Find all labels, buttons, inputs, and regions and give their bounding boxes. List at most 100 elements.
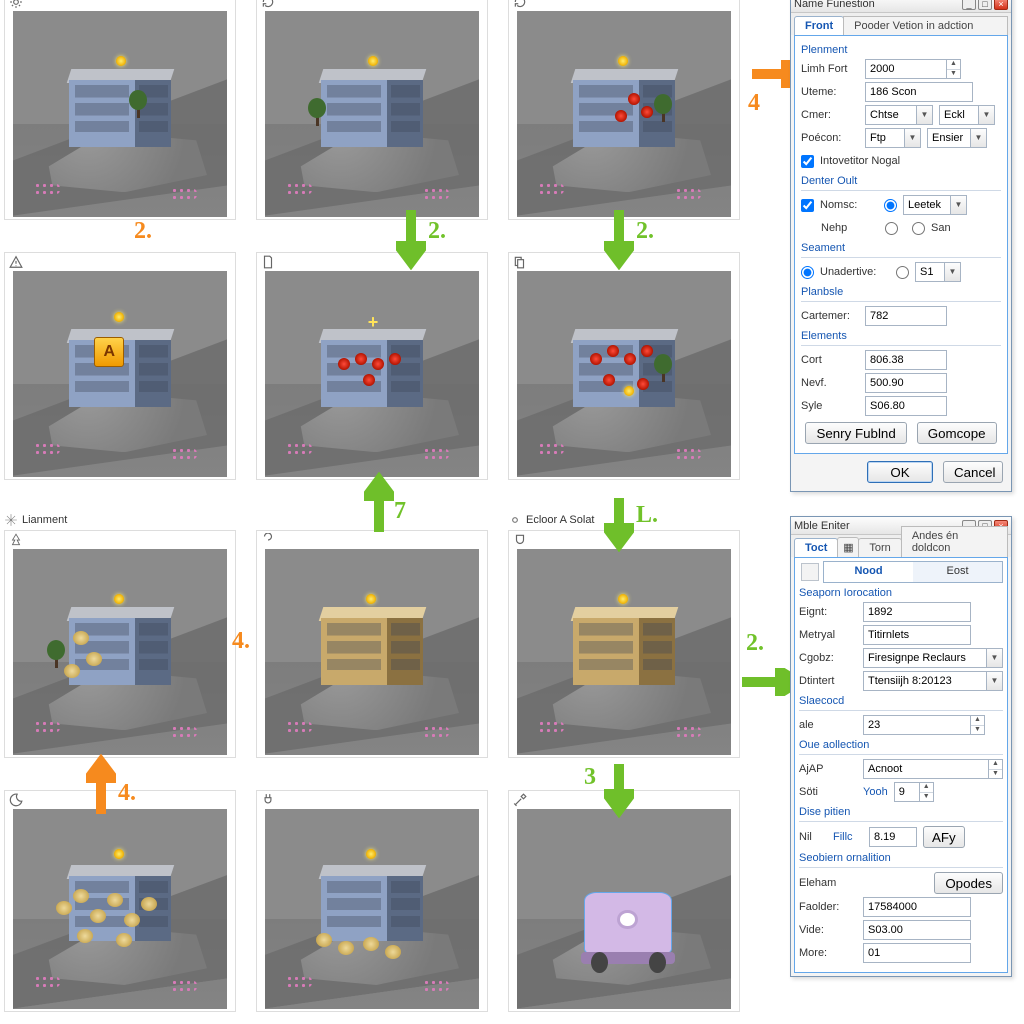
opodes-button[interactable]: Opodes [934, 872, 1003, 894]
tool-strip [799, 561, 821, 583]
ok-button[interactable]: OK [867, 461, 933, 483]
soti-input[interactable] [894, 782, 920, 802]
s1-radio[interactable] [896, 266, 909, 279]
dialog-name-funestion: Name Funestion _ □ × Front Pooder Vetion… [790, 0, 1012, 492]
ale-input[interactable] [863, 715, 971, 735]
ajap-input[interactable] [863, 759, 989, 779]
chevron-down-icon[interactable]: ▼ [905, 128, 921, 148]
nomsc-checkbox[interactable] [801, 199, 814, 212]
group-seaporn: Seaporn Iorocation [799, 587, 1003, 599]
nehp-label: Nehp [821, 222, 879, 234]
afy-button[interactable]: AFy [923, 826, 965, 848]
uteme-label: Uteme: [801, 86, 859, 98]
syle-input[interactable] [865, 396, 947, 416]
warning-icon [9, 255, 23, 269]
step-label: 2. [428, 218, 446, 245]
leetek-select[interactable] [903, 195, 951, 215]
gomcope-button[interactable]: Gomcope [917, 422, 997, 444]
eckl-select[interactable] [939, 105, 979, 125]
tab-torn[interactable]: Torn [858, 538, 901, 557]
dialog-mble-eniter: Mble Eniter _ □ × Toct ▦ Torn Andes én d… [790, 516, 1012, 977]
thumb-5[interactable]: + [256, 252, 488, 480]
subtab-nood[interactable]: Nood [824, 562, 913, 582]
group-dise: Dise pitien [799, 806, 1003, 818]
tab-front[interactable]: Front [794, 16, 844, 35]
chevron-down-icon[interactable]: ▼ [945, 262, 961, 282]
nomsc-label: Nomsc: [820, 199, 878, 211]
interactive-checkbox[interactable] [801, 155, 814, 168]
tab-andes[interactable]: Andes én doldcon [901, 526, 1008, 557]
chevron-down-icon[interactable]: ▼ [979, 105, 995, 125]
spinner-icon[interactable]: ▲▼ [989, 759, 1003, 779]
chevron-down-icon[interactable]: ▼ [951, 195, 967, 215]
spinner-icon[interactable]: ▲▼ [920, 782, 934, 802]
thumb-6[interactable] [508, 252, 740, 480]
chevron-down-icon[interactable]: ▼ [917, 105, 933, 125]
eignt-input[interactable] [863, 602, 971, 622]
thumb-8[interactable] [256, 530, 488, 758]
minimize-icon[interactable]: _ [962, 0, 976, 10]
chevron-down-icon[interactable]: ▼ [987, 648, 1003, 668]
step-label: 4 [748, 90, 760, 117]
more-input[interactable] [863, 943, 971, 963]
group-seobiern: Seobiern ornalition [799, 852, 1003, 864]
unadertive-radio[interactable] [801, 266, 814, 279]
arrow-down-icon [604, 498, 634, 552]
nomsc-radio[interactable] [884, 199, 897, 212]
cartemer-input[interactable] [865, 306, 947, 326]
subtab-eost[interactable]: Eost [913, 562, 1002, 582]
thumb-1[interactable] [4, 0, 236, 220]
arrow-down-icon [604, 210, 634, 270]
dtintert-select[interactable] [863, 671, 987, 691]
document-icon [261, 255, 275, 269]
nehp-radio[interactable] [885, 222, 898, 235]
cancel-button[interactable]: Cancel [943, 461, 1003, 483]
step-label: 3 [584, 764, 596, 791]
cort-input[interactable] [865, 350, 947, 370]
refresh-icon [261, 0, 275, 9]
thumb-9[interactable] [508, 530, 740, 758]
metryal-label: Metryal [799, 629, 857, 641]
step-label: 2. [636, 218, 654, 245]
section-header-lianment: Lianment [4, 513, 67, 527]
faolder-input[interactable] [863, 897, 971, 917]
dtintert-label: Dtintert [799, 675, 857, 687]
thumb-12[interactable] [508, 790, 740, 1012]
close-icon[interactable]: × [994, 0, 1008, 10]
thumb-4[interactable]: A [4, 252, 236, 480]
faolder-label: Faolder: [799, 901, 857, 913]
chevron-down-icon[interactable]: ▼ [971, 128, 987, 148]
ftp-select[interactable] [865, 128, 905, 148]
s1-select[interactable] [915, 262, 945, 282]
cmer-select[interactable] [865, 105, 917, 125]
newf-input[interactable] [865, 373, 947, 393]
san-radio[interactable] [912, 222, 925, 235]
tab-icon[interactable]: ▦ [837, 537, 859, 557]
fillc-input[interactable] [869, 827, 917, 847]
tab-pooder[interactable]: Pooder Vetion in adction [843, 16, 1008, 35]
step-label: L. [636, 502, 658, 529]
ensier-select[interactable] [927, 128, 971, 148]
tab-toct[interactable]: Toct [794, 538, 838, 557]
metryal-input[interactable] [863, 625, 971, 645]
spinner-icon[interactable]: ▲▼ [971, 715, 985, 735]
maximize-icon[interactable]: □ [978, 0, 992, 10]
group-elements: Elements [801, 330, 1001, 342]
thumb-10[interactable] [4, 790, 236, 1012]
thumb-7[interactable] [4, 530, 236, 758]
thumb-11[interactable] [256, 790, 488, 1012]
spinner-icon[interactable]: ▲▼ [947, 59, 961, 79]
vide-input[interactable] [863, 920, 971, 940]
cgobs-select[interactable] [863, 648, 987, 668]
chevron-down-icon[interactable]: ▼ [987, 671, 1003, 691]
thumb-2[interactable] [256, 0, 488, 220]
limit-fort-input[interactable] [865, 59, 947, 79]
thumb-3[interactable] [508, 0, 740, 220]
san-label: San [931, 222, 951, 234]
moon-icon [9, 793, 23, 807]
plus-icon: + [368, 312, 379, 333]
uteme-input[interactable] [865, 82, 973, 102]
senry-button[interactable]: Senry Fublnd [805, 422, 906, 444]
tool-icon[interactable] [801, 563, 819, 581]
limit-fort-label: Limh Fort [801, 63, 859, 75]
